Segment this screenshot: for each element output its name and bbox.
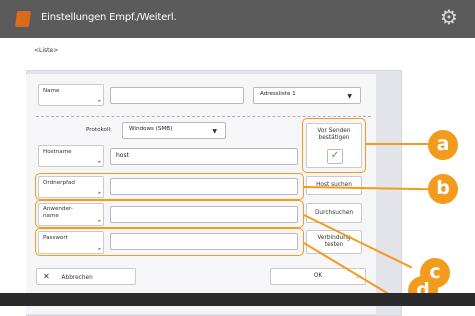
- gear-icon[interactable]: ⚙: [440, 7, 458, 27]
- highlight-a: [302, 118, 366, 173]
- address-list-select[interactable]: Adressliste 1 ▼: [253, 87, 361, 104]
- protocol-select[interactable]: Windows (SMB) ▼: [122, 122, 226, 139]
- address-list-value: Adressliste 1: [260, 91, 296, 97]
- ok-label: OK: [313, 273, 323, 279]
- name-label-button[interactable]: Name: [38, 84, 104, 106]
- hostname-label-button[interactable]: Hostname: [38, 145, 104, 167]
- chevron-down-icon: ▼: [347, 93, 352, 100]
- cancel-button[interactable]: ✕ Abbrechen: [36, 268, 136, 285]
- bottom-bar: [0, 293, 475, 306]
- window-title: Einstellungen Empf./Weiterl.: [41, 12, 177, 23]
- highlight-d: [35, 228, 304, 256]
- callout-a: a: [428, 130, 458, 160]
- callout-b: b: [428, 174, 458, 204]
- app-icon: [14, 11, 32, 27]
- protocol-label: Protokoll:: [86, 127, 112, 133]
- breadcrumb[interactable]: <Liste>: [34, 47, 58, 54]
- hostname-field[interactable]: host: [110, 148, 298, 165]
- cancel-label: Abbrechen: [61, 275, 93, 281]
- leader-line-a: [366, 143, 428, 145]
- title-bar: Einstellungen Empf./Weiterl. ⚙: [0, 0, 475, 38]
- protocol-value: Windows (SMB): [129, 126, 173, 132]
- divider: [36, 116, 371, 117]
- highlight-c: [35, 200, 304, 228]
- highlight-b: [35, 173, 304, 200]
- chevron-down-icon: ▼: [212, 128, 217, 135]
- name-field[interactable]: [110, 87, 244, 104]
- close-icon: ✕: [43, 272, 50, 281]
